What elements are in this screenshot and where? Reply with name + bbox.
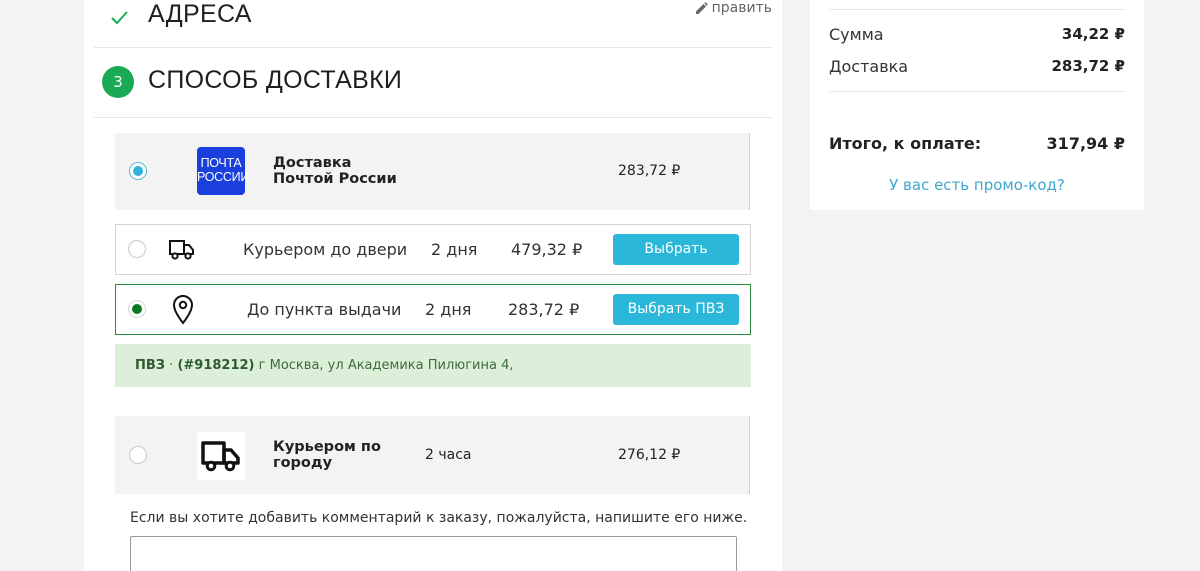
pvz-address: г Москва, ул Академика Пилюгина 4,	[258, 358, 514, 373]
pvz-code: (#918212)	[177, 358, 255, 373]
pvz-label: ПВЗ	[135, 358, 166, 373]
courier-price: 479,32 ₽	[511, 240, 583, 259]
city-courier-name: Курьером по городу	[273, 439, 381, 471]
delivery-cost-label: Доставка	[829, 57, 909, 76]
delivery-option-city-courier[interactable]: Курьером по городу 2 часа 276,12 ₽	[115, 416, 750, 494]
sum-label: Сумма	[829, 25, 884, 44]
summary-total-row: Итого, к оплате: 317,94 ₽	[829, 134, 1125, 153]
city-courier-time: 2 часа	[425, 447, 472, 463]
delivery-suboption-pvz[interactable]: До пункта выдачи 2 дня 283,72 ₽ Выбрать …	[115, 284, 751, 335]
summary-divider	[829, 91, 1125, 92]
addresses-title: АДРЕСА	[148, 0, 252, 28]
sum-value: 34,22 ₽	[1061, 25, 1125, 43]
pochta-logo-line1: ПОЧТА	[200, 156, 242, 170]
pvz-name: До пункта выдачи	[247, 300, 402, 319]
pochta-radio[interactable]	[129, 162, 147, 180]
truck-icon	[169, 240, 194, 260]
summary-delivery-row: Доставка 283,72 ₽	[829, 57, 1125, 76]
map-pin-icon	[172, 295, 194, 325]
summary-divider-top	[829, 9, 1125, 10]
summary-sum-row: Сумма 34,22 ₽	[829, 25, 1125, 44]
pochta-name-line1: Доставка	[273, 155, 352, 171]
pvz-price: 283,72 ₽	[508, 300, 580, 319]
comment-textarea[interactable]	[130, 536, 737, 571]
pochta-name: Доставка Почтой России	[273, 155, 397, 187]
pochta-logo-line2: РОССИИ	[197, 170, 250, 184]
city-courier-price: 276,12 ₽	[618, 447, 681, 463]
select-pvz-button[interactable]: Выбрать ПВЗ	[613, 294, 739, 325]
pvz-radio[interactable]	[128, 300, 146, 318]
city-courier-radio[interactable]	[129, 446, 147, 464]
addresses-section-header: АДРЕСА править	[94, 0, 772, 48]
selected-pvz-info: ПВЗ · (#918212) г Москва, ул Академика П…	[115, 344, 751, 387]
delivery-section-header: 3 СПОСОБ ДОСТАВКИ	[94, 48, 772, 118]
city-truck-logo	[197, 432, 245, 480]
city-courier-name-line1: Курьером по	[273, 439, 381, 455]
pochta-name-line2: Почтой России	[273, 171, 397, 187]
total-value: 317,94 ₽	[1046, 134, 1125, 153]
delivery-option-pochta[interactable]: ПОЧТА РОССИИ Доставка Почтой России 283,…	[115, 133, 750, 210]
edit-addresses-link[interactable]: править	[695, 0, 772, 16]
pochta-logo: ПОЧТА РОССИИ	[197, 147, 250, 195]
check-icon	[111, 11, 128, 25]
promo-code-link[interactable]: У вас есть промо-код?	[810, 176, 1144, 194]
select-courier-button[interactable]: Выбрать	[613, 234, 739, 265]
pvz-separator: ·	[169, 358, 174, 373]
truck-icon	[201, 441, 240, 472]
courier-name: Курьером до двери	[243, 240, 408, 259]
step-number-badge: 3	[102, 66, 134, 98]
courier-radio[interactable]	[128, 240, 146, 258]
total-label: Итого, к оплате:	[829, 134, 982, 153]
city-courier-name-line2: городу	[273, 455, 333, 471]
courier-time: 2 дня	[431, 240, 478, 259]
delivery-suboption-courier[interactable]: Курьером до двери 2 дня 479,32 ₽ Выбрать	[115, 224, 751, 275]
edit-label: править	[711, 0, 772, 16]
comment-label: Если вы хотите добавить комментарий к за…	[130, 510, 748, 526]
order-summary: Сумма 34,22 ₽ Доставка 283,72 ₽ Итого, к…	[810, 0, 1144, 210]
delivery-title: СПОСОБ ДОСТАВКИ	[148, 66, 403, 94]
pencil-icon	[695, 1, 708, 14]
delivery-cost-value: 283,72 ₽	[1051, 57, 1125, 75]
pochta-price: 283,72 ₽	[618, 163, 681, 179]
pvz-time: 2 дня	[425, 300, 472, 319]
